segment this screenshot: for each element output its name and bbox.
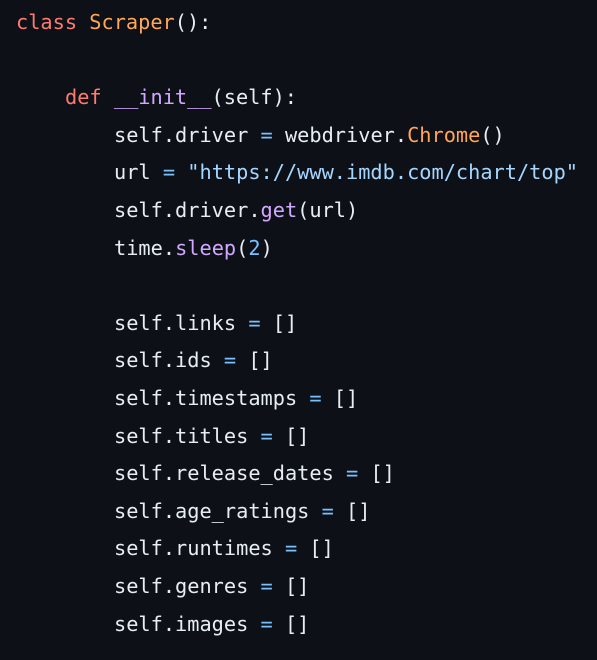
operator: =	[211, 348, 249, 373]
keyword-def: def	[65, 85, 102, 110]
code-line-url: url = "https://www.imdb.com/chart/top"	[0, 154, 597, 192]
operator: =	[297, 385, 334, 410]
code-line-attr: self.titles = []	[0, 418, 597, 456]
code-line-get: self.driver.get(url)	[0, 192, 597, 230]
attribute-name: self.ids	[114, 348, 212, 373]
attribute-name: self.images	[114, 611, 249, 636]
punctuation: ()	[480, 122, 505, 147]
list-literal: []	[284, 573, 310, 598]
list-literal: []	[284, 423, 310, 448]
code-editor[interactable]: class Scraper(): def __init__(self): sel…	[0, 0, 597, 660]
punctuation: ():	[174, 10, 212, 34]
identifier: time.	[114, 235, 176, 260]
list-literal: []	[284, 611, 310, 636]
list-literal: []	[248, 348, 273, 373]
operator: =	[248, 423, 285, 448]
code-line-attr: self.links = []	[0, 305, 597, 343]
attribute-name: self.timestamps	[114, 385, 298, 410]
method-call: Chrome	[407, 122, 481, 147]
attribute-name: self.links	[114, 310, 237, 335]
identifier: webdriver.	[284, 122, 408, 147]
identifier: self.driver.	[114, 197, 261, 222]
operator: =	[248, 573, 285, 598]
code-line-attr: self.age_ratings = []	[0, 493, 597, 531]
function-name: __init__	[113, 85, 212, 110]
punctuation: (url)	[297, 197, 359, 222]
code-line-attr: self.images = []	[0, 606, 597, 644]
code-line-sleep: time.sleep(2)	[0, 230, 597, 268]
attribute-name: self.release_dates	[114, 461, 334, 486]
code-line-attr: self.ids = []	[0, 342, 597, 380]
identifier: url	[114, 160, 151, 185]
method-call: sleep	[175, 235, 237, 260]
list-literal: []	[309, 536, 334, 561]
code-line-class-def: class Scraper():	[0, 4, 597, 42]
code-line-attr: self.runtimes = []	[0, 530, 597, 568]
params: (self):	[211, 85, 298, 110]
operator: =	[248, 122, 285, 147]
list-literal: []	[272, 310, 298, 335]
operator: =	[150, 160, 188, 185]
list-literal: []	[370, 461, 395, 486]
class-name: Scraper	[89, 10, 175, 34]
identifier: self.driver	[114, 122, 249, 147]
operator: =	[309, 498, 347, 523]
number-literal: 2	[248, 235, 261, 260]
list-literal: []	[346, 498, 371, 523]
operator: =	[333, 461, 371, 486]
operator: =	[248, 611, 285, 636]
operator: =	[236, 310, 273, 335]
attribute-name: self.titles	[114, 423, 249, 448]
code-line-driver: self.driver = webdriver.Chrome()	[0, 117, 597, 155]
code-line-attr: self.timestamps = []	[0, 380, 597, 418]
string-literal: "https://www.imdb.com/chart/top"	[187, 160, 579, 185]
attribute-name: self.genres	[114, 573, 249, 598]
punctuation: )	[260, 235, 273, 260]
attribute-name: self.runtimes	[114, 536, 273, 561]
attribute-name: self.age_ratings	[114, 498, 310, 523]
code-line-attr: self.release_dates = []	[0, 455, 597, 493]
punctuation: (	[236, 235, 249, 260]
code-line-init-def: def __init__(self):	[0, 79, 597, 117]
method-call: get	[260, 197, 298, 222]
code-line-attr: self.genres = []	[0, 568, 597, 606]
operator: =	[272, 536, 310, 561]
keyword-class: class	[16, 10, 78, 34]
list-literal: []	[333, 385, 359, 410]
